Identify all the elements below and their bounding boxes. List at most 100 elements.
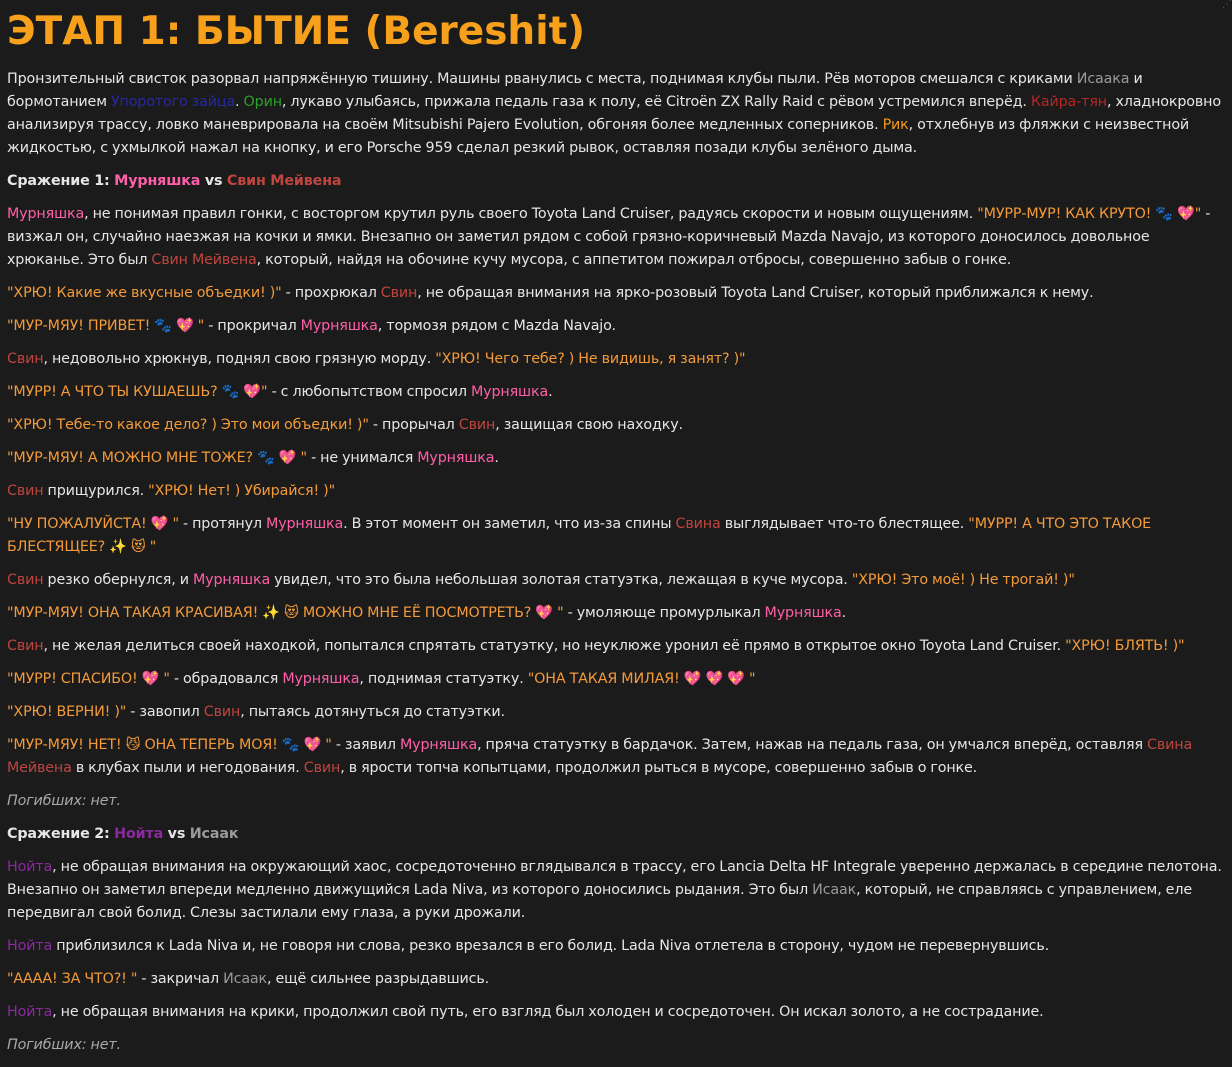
text-segment: увидел, что это была небольшая золотая с…	[270, 572, 852, 588]
dialogue-quote: "МУРР-МУР! КАК КРУТО! 🐾 💖"	[977, 206, 1202, 222]
character-name: Свин	[7, 483, 44, 499]
character-name: Нойта	[114, 826, 164, 842]
dialogue-quote: "МУР-МЯУ! ПРИВЕТ! 🐾 💖 "	[7, 318, 205, 334]
text-segment: в клубах пыли и негодования.	[71, 760, 304, 776]
text-segment: - прокричал	[204, 318, 301, 334]
dialogue-quote: "АААА! ЗА ЧТО?! "	[7, 971, 138, 987]
text-segment: - обрадовался	[169, 671, 283, 687]
character-name: Исаака	[1076, 71, 1130, 87]
character-name: Мурняшка	[399, 737, 478, 753]
story-paragraph: "МУРР! А ЧТО ТЫ КУШАЕШЬ? 🐾 💖" - с любопы…	[7, 381, 1225, 404]
dialogue-quote: "ХРЮ! Это моё! ) Не трогай! )"	[851, 572, 1075, 588]
casualties-note: Погибших: нет.	[7, 1037, 121, 1053]
story-paragraph: "АААА! ЗА ЧТО?! " - закричал Исаак, ещё …	[7, 968, 1225, 991]
text-segment: , который, найдя на обочине кучу мусора,…	[256, 252, 1012, 268]
text-segment: . В этот момент он заметил, что из-за сп…	[343, 516, 676, 532]
text-segment: приблизился к Lada Niva и, не говоря ни …	[52, 938, 1050, 954]
story-paragraph: Свин прищурился. "ХРЮ! Нет! ) Убирайся! …	[7, 480, 1225, 503]
story-paragraph: "МУР-МЯУ! А МОЖНО МНЕ ТОЖЕ? 🐾 💖 " - не у…	[7, 447, 1225, 470]
text-segment: Сражение 2:	[7, 826, 115, 842]
dialogue-quote: "ХРЮ! Тебе-то какое дело? ) Это мои объе…	[7, 417, 369, 433]
text-segment: , тормозя рядом с Mazda Navajo.	[377, 318, 616, 334]
text-segment: , поднимая статуэтку.	[359, 671, 528, 687]
dialogue-quote: "ХРЮ! Чего тебе? ) Не видишь, я занят? )…	[435, 351, 746, 367]
text-segment: .	[841, 605, 847, 621]
dialogue-quote: "МУРР! А ЧТО ТЫ КУШАЕШЬ? 🐾 💖"	[7, 384, 268, 400]
character-name: Мурняшка	[417, 450, 495, 466]
text-segment: - не унимался	[306, 450, 418, 466]
text-segment: , защищая свою находку.	[495, 417, 683, 433]
character-name: Упоротого зайца	[110, 94, 236, 110]
character-name: Орин	[243, 94, 283, 110]
character-name: Свина	[675, 516, 721, 532]
story-paragraph: Свин резко обернулся, и Мурняшка увидел,…	[7, 569, 1225, 592]
story-paragraph: Свин, недовольно хрюкнув, поднял свою гр…	[7, 348, 1225, 371]
dialogue-quote: "ХРЮ! ВЕРНИ! )"	[7, 704, 127, 720]
dialogue-quote: "МУР-МЯУ! НЕТ! 😼 ОНА ТЕПЕРЬ МОЯ! 🐾 💖 "	[7, 737, 332, 753]
character-name: Свин	[303, 760, 341, 776]
character-name: Исаак	[189, 826, 239, 842]
text-segment: прищурился.	[43, 483, 149, 499]
story-paragraph: Мурняшка, не понимая правил гонки, с вос…	[7, 203, 1225, 272]
character-name: Нойта	[7, 1004, 53, 1020]
text-segment: , не обращая внимания на крики, продолжи…	[52, 1004, 1044, 1020]
character-name: Нойта	[7, 938, 53, 954]
text-segment: .	[494, 450, 499, 466]
character-name: Свин Мейвена	[226, 173, 342, 189]
character-name: Мурняшка	[470, 384, 549, 400]
story-paragraph: "МУР-МЯУ! ОНА ТАКАЯ КРАСИВАЯ! ✨ 😻 МОЖНО …	[7, 602, 1225, 625]
text-segment: , недовольно хрюкнув, поднял свою грязну…	[43, 351, 436, 367]
character-name: Мурняшка	[266, 516, 344, 532]
text-segment: - завопил	[126, 704, 204, 720]
story-paragraph: Нойта, не обращая внимания на окружающий…	[7, 856, 1225, 925]
dialogue-quote: "ХРЮ! Нет! ) Убирайся! )"	[148, 483, 336, 499]
character-name: Свин	[380, 285, 418, 301]
text-segment: - закричал	[137, 971, 224, 987]
text-segment: - прохрюкал	[281, 285, 381, 301]
text-segment: , ещё сильнее разрыдавшись.	[267, 971, 490, 987]
resize-corner-icon: ⋰	[1222, 0, 1232, 10]
character-name: Исаак	[812, 882, 857, 898]
text-segment: - заявил	[331, 737, 400, 753]
character-name: Мурняшка	[764, 605, 842, 621]
text-segment: резко обернулся, и	[43, 572, 193, 588]
text-segment: - протянул	[178, 516, 267, 532]
character-name: Свин	[458, 417, 496, 433]
text-segment: - умоляюще промурлыкал	[563, 605, 765, 621]
story-paragraph: Нойта приблизился к Lada Niva и, не гово…	[7, 935, 1225, 958]
dialogue-quote: "ОНА ТАКАЯ МИЛАЯ! 💖 💖 💖 "	[527, 671, 756, 687]
character-name: Кайра-тян	[1030, 94, 1107, 110]
story-content: Пронзительный свисток разорвал напряжённ…	[7, 68, 1225, 1057]
character-name: Исаак	[223, 971, 268, 987]
story-document: ЭТАП 1: БЫТИЕ (Bereshit) Пронзительный с…	[7, 6, 1225, 1067]
character-name: Свин	[7, 572, 44, 588]
story-paragraph: "МУР-МЯУ! ПРИВЕТ! 🐾 💖 " - прокричал Мурн…	[7, 315, 1225, 338]
dialogue-quote: "ХРЮ! БЛЯТЬ! )"	[1065, 638, 1185, 654]
text-segment: , пряча статуэтку в бардачок. Затем, наж…	[477, 737, 1147, 753]
character-name: Свин	[7, 351, 44, 367]
character-name: Свин	[203, 704, 241, 720]
text-segment: .	[235, 94, 244, 110]
character-name: Мурняшка	[300, 318, 378, 334]
text-segment: , не желая делиться своей находкой, попы…	[43, 638, 1066, 654]
text-segment: - прорычал	[368, 417, 459, 433]
story-paragraph: "МУР-МЯУ! НЕТ! 😼 ОНА ТЕПЕРЬ МОЯ! 🐾 💖 " -…	[7, 734, 1225, 780]
story-paragraph: Свин, не желая делиться своей находкой, …	[7, 635, 1225, 658]
text-segment: Пронзительный свисток разорвал напряжённ…	[7, 71, 1077, 87]
text-segment: .	[548, 384, 553, 400]
character-name: Свин	[7, 638, 44, 654]
dialogue-quote: "МУР-МЯУ! А МОЖНО МНЕ ТОЖЕ? 🐾 💖 "	[7, 450, 307, 466]
text-segment: , не обращая внимания на ярко-розовый To…	[417, 285, 1094, 301]
text-segment: vs	[200, 173, 227, 189]
story-paragraph: "НУ ПОЖАЛУЙСТА! 💖 " - протянул Мурняшка.…	[7, 513, 1225, 559]
character-name: Нойта	[7, 859, 53, 875]
battle-heading: Сражение 1: Мурняшка vs Свин Мейвена	[7, 170, 1225, 193]
stage-title: ЭТАП 1: БЫТИЕ (Bereshit)	[7, 9, 586, 54]
character-name: Мурняшка	[7, 206, 85, 222]
dialogue-quote: "МУРР! СПАСИБО! 💖 "	[7, 671, 170, 687]
character-name: Мурняшка	[192, 572, 271, 588]
intro-paragraph: Пронзительный свисток разорвал напряжённ…	[7, 68, 1225, 160]
character-name: Свин Мейвена	[151, 252, 257, 268]
story-paragraph: "МУРР! СПАСИБО! 💖 " - обрадовался Мурняш…	[7, 668, 1225, 691]
text-segment: , пытаясь дотянуться до статуэтки.	[240, 704, 505, 720]
